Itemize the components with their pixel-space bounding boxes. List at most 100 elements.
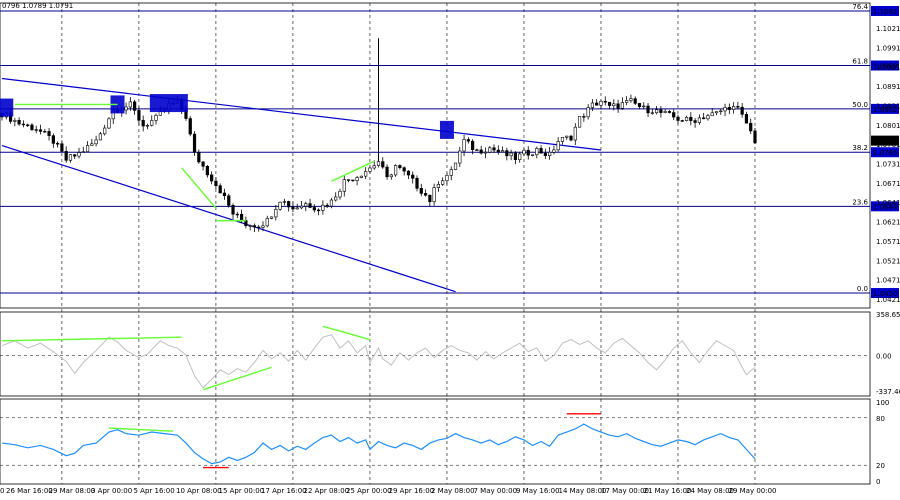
candle-body <box>595 102 599 106</box>
cci-tick-label-0: 358.6587 <box>876 311 900 319</box>
y-tick-label-11: 1.0571 <box>876 238 900 246</box>
candle-body <box>60 143 64 152</box>
x-tick-label-1: 29 Mar 08:00 <box>49 487 96 495</box>
pane-frame-1 <box>0 311 871 397</box>
candle-body <box>154 114 158 121</box>
fib-label-5: 0.0 <box>857 285 868 293</box>
candle-body <box>394 165 398 176</box>
candle-body <box>265 218 269 227</box>
y-tick-label-13: 1.0471 <box>876 277 900 285</box>
y-tick-label-10: 1.0621 <box>876 219 900 227</box>
rsi-pane <box>1 413 756 469</box>
candle-body <box>402 167 406 172</box>
fib-levels: 76.41.108161.81.095950.01.086238.21.0765… <box>0 3 899 299</box>
x-tick-label-12: 9 May 16:00 <box>516 487 560 495</box>
candle-body <box>34 129 38 131</box>
candle-body <box>582 116 586 118</box>
candle-body <box>620 102 624 109</box>
candle-body <box>637 103 642 107</box>
candle-body <box>308 203 312 208</box>
candle-body <box>483 151 488 154</box>
candle-body <box>680 120 684 122</box>
candle-body <box>689 116 693 121</box>
x-tick-label-9: 29 Apr 16:00 <box>389 487 435 495</box>
candle-body <box>364 171 368 177</box>
candle-body <box>346 179 351 181</box>
candle-body <box>488 147 492 153</box>
candle-body <box>633 98 637 104</box>
candle-body <box>552 149 556 153</box>
candle-body <box>90 143 94 146</box>
candle-body <box>299 205 304 209</box>
candle-body <box>560 137 565 142</box>
candle-body <box>650 112 654 114</box>
candle-body <box>603 100 607 103</box>
candle-body <box>441 180 445 185</box>
candle-body <box>697 117 701 123</box>
candle-body <box>85 145 90 153</box>
candle-body <box>98 133 103 141</box>
rsi-tick-label-3: 0 <box>876 478 880 486</box>
candle-body <box>492 147 496 151</box>
rsi-tick-label-1: 80 <box>876 415 885 423</box>
candle-body <box>150 120 154 126</box>
x-tick-label-16: 24 May 08:00 <box>686 487 734 495</box>
fib-label-2: 50.0 <box>852 101 868 109</box>
pane-frame-0 <box>0 2 871 309</box>
candle-body <box>526 149 530 156</box>
y-tick-label-12: 1.0521 <box>876 257 900 265</box>
cci-divergence-0 <box>1 336 182 342</box>
fib-price-label-3: 1.0765 <box>873 149 898 157</box>
candle-body <box>449 169 453 176</box>
signal-marker-3 <box>439 120 454 139</box>
candle-body <box>616 103 620 109</box>
candle-body <box>26 124 30 126</box>
fib-label-3: 38.2 <box>852 144 868 152</box>
main-divergence-3 <box>331 160 375 182</box>
candle-body <box>744 114 749 124</box>
candle-body <box>201 161 205 167</box>
candle-body <box>466 139 470 142</box>
candle-body <box>338 190 342 198</box>
candle-body <box>415 177 419 189</box>
y-tick-label-1: 1.0991 <box>876 44 900 52</box>
signal-marker-0 <box>0 98 14 117</box>
fib-label-4: 23.6 <box>852 198 868 206</box>
candle-body <box>445 175 449 182</box>
candle-body <box>629 98 633 101</box>
y-tick-label-2: 1.0921 <box>876 64 900 72</box>
candle-body <box>304 203 308 207</box>
candle-body <box>479 149 483 154</box>
candle-body <box>453 162 458 170</box>
candle-body <box>500 150 505 153</box>
candle-body <box>471 140 475 151</box>
candle-body <box>239 213 244 221</box>
candle-body <box>753 130 757 144</box>
x-tick-label-6: 17 Apr 16:00 <box>261 487 307 495</box>
candle-body <box>68 154 73 161</box>
candle-body <box>124 106 128 111</box>
candle-body <box>732 106 736 110</box>
rsi-line <box>1 423 756 465</box>
candle-body <box>351 179 355 182</box>
candle-body <box>192 133 197 153</box>
candle-body <box>372 165 376 169</box>
candle-body <box>556 141 560 151</box>
grid <box>0 3 870 484</box>
candle-body <box>642 105 646 108</box>
candle-body <box>723 107 727 112</box>
candle-body <box>612 103 616 106</box>
candle-body <box>646 105 650 114</box>
fib-price-label-0: 1.1081 <box>873 8 898 16</box>
candle-body <box>535 148 539 156</box>
candle-body <box>625 100 629 103</box>
candle-body <box>599 100 603 106</box>
candle-body <box>231 205 235 215</box>
x-tick-label-4: 10 Apr 08:00 <box>176 487 222 495</box>
candle-body <box>133 101 137 111</box>
trendlines <box>1 77 602 293</box>
candle-body <box>141 119 145 127</box>
candle-body <box>389 174 393 178</box>
candle-body <box>218 185 222 194</box>
candle-body <box>325 204 329 207</box>
